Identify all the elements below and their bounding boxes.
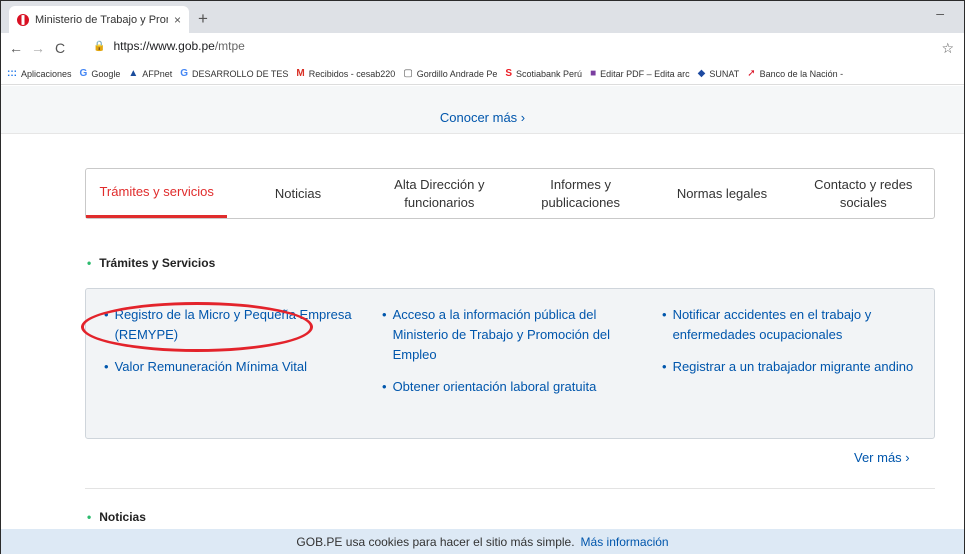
service-label: Notificar accidentes en el trabajo y enf… bbox=[672, 307, 872, 342]
new-tab-icon[interactable]: + bbox=[198, 9, 208, 29]
bookmark-item[interactable]: ▲ AFPnet bbox=[128, 68, 172, 79]
noticias-title: Noticias bbox=[99, 510, 146, 524]
forward-arrow-icon[interactable]: → bbox=[27, 40, 49, 56]
section-tabs: Trámites y servicios Noticias Alta Direcci… bbox=[85, 168, 935, 219]
bookmark-label: Google bbox=[91, 68, 121, 79]
service-label: Valor Remuneración Mínima Vital bbox=[114, 359, 307, 374]
tab-title: Ministerio de Trabajo y Promoció bbox=[35, 13, 168, 26]
bullet-dot: • bbox=[87, 510, 92, 524]
bookmark-icon: ▲ bbox=[128, 68, 139, 79]
back-arrow-icon[interactable]: ← bbox=[5, 40, 27, 56]
cookie-text: GOB.PE usa cookies para hacer el sitio m… bbox=[296, 535, 575, 549]
bookmark-label: Scotiabank Perú bbox=[516, 68, 583, 79]
bookmark-item[interactable]: G Google bbox=[80, 68, 121, 79]
service-label: Registrar a un trabajador migrante andin… bbox=[672, 359, 914, 374]
service-link[interactable]: • Valor Remuneración Mínima Vital bbox=[104, 357, 354, 377]
services-column-3: • Notificar accidentes en el trabajo y en… bbox=[662, 305, 922, 389]
bullet-dot: • bbox=[104, 307, 109, 322]
service-label: Registro de la Micro y Pequeña Empresa (… bbox=[114, 307, 352, 342]
service-label: Obtener orientación laboral gratuita bbox=[392, 379, 597, 394]
url-path: /mtpe bbox=[214, 39, 245, 53]
mas-informacion-link[interactable]: Más información bbox=[581, 535, 669, 549]
bookmark-item[interactable]: ::: Aplicaciones bbox=[7, 68, 72, 79]
services-column-1: • Registro de la Micro y Pequeña Empresa … bbox=[104, 305, 354, 389]
service-label: Acceso a la información pública del Mini… bbox=[392, 307, 611, 362]
service-link[interactable]: • Acceso a la información pública del Min… bbox=[382, 305, 642, 365]
bookmark-label: DESARROLLO DE TES bbox=[192, 68, 289, 79]
bookmark-icon: S bbox=[505, 68, 513, 79]
tab-5[interactable]: Contacto y redes sociales bbox=[793, 169, 934, 218]
bookmark-label: Banco de la Nación - bbox=[759, 68, 844, 79]
bullet-dot: • bbox=[87, 256, 92, 270]
close-icon[interactable]: × bbox=[174, 13, 181, 27]
tab-4[interactable]: Normas legales bbox=[651, 169, 792, 218]
service-link[interactable]: • Notificar accidentes en el trabajo y en… bbox=[662, 305, 922, 345]
bookmark-icon: ➚ bbox=[747, 68, 756, 79]
bookmark-icon: ■ bbox=[590, 68, 597, 79]
bookmark-label: Gordillo Andrade Pe bbox=[416, 68, 498, 79]
tab-3[interactable]: Informes y publicaciones bbox=[510, 169, 651, 218]
reload-icon[interactable]: C bbox=[49, 40, 71, 56]
bookmark-star-icon[interactable]: ☆ bbox=[941, 40, 954, 57]
noticias-section-title: • Noticias bbox=[87, 510, 146, 524]
page-content: Conocer más › Trámites y servicios Notici… bbox=[1, 86, 964, 554]
address-bar[interactable]: 🔒 https://www.gob.pe/mtpe bbox=[93, 39, 245, 53]
url-host: https://www.gob.pe bbox=[113, 39, 215, 53]
bullet-dot: • bbox=[382, 307, 387, 322]
divider bbox=[85, 488, 935, 489]
bullet-dot: • bbox=[662, 359, 667, 374]
service-link[interactable]: • Registro de la Micro y Pequeña Empresa … bbox=[104, 305, 354, 345]
bookmark-item[interactable]: S Scotiabank Perú bbox=[505, 68, 582, 79]
bookmark-item[interactable]: M Recibidos - cesab220 bbox=[296, 68, 395, 79]
bookmark-label: SUNAT bbox=[709, 68, 740, 79]
tab-0[interactable]: Trámites y servicios bbox=[86, 169, 228, 218]
minimize-icon[interactable]: – bbox=[936, 5, 944, 21]
peru-flag-icon bbox=[17, 13, 29, 26]
service-link[interactable]: • Obtener orientación laboral gratuita bbox=[382, 377, 642, 397]
bookmarks-bar: ::: Aplicaciones G Google ▲ AFPnet G DESARROLLO… bbox=[1, 63, 964, 85]
bullet-dot: • bbox=[662, 307, 667, 322]
bookmark-icon: M bbox=[296, 68, 305, 79]
lock-icon: 🔒 bbox=[93, 40, 106, 52]
browser-toolbar: ← → C 🔒 https://www.gob.pe/mtpe ☆ bbox=[1, 33, 964, 63]
browser-tabstrip: Ministerio de Trabajo y Promoció × + – bbox=[1, 1, 964, 33]
tab-2[interactable]: Alta Dirección y funcionarios bbox=[369, 169, 510, 218]
bookmark-item[interactable]: ▢ Gordillo Andrade Pe bbox=[403, 68, 497, 79]
bookmark-icon: G bbox=[79, 68, 88, 79]
bookmark-item[interactable]: G DESARROLLO DE TES bbox=[180, 68, 288, 79]
bookmark-label: Aplicaciones bbox=[21, 68, 72, 79]
bookmark-label: Editar PDF – Edita arc bbox=[600, 68, 690, 79]
tab-1[interactable]: Noticias bbox=[227, 169, 368, 218]
tramites-section-title: • Trámites y Servicios bbox=[87, 256, 215, 270]
bookmark-icon: ▢ bbox=[403, 68, 413, 79]
service-link[interactable]: • Registrar a un trabajador migrante andi… bbox=[662, 357, 922, 377]
bookmark-item[interactable]: ■ Editar PDF – Edita arc bbox=[590, 68, 690, 79]
bookmark-item[interactable]: ◆ SUNAT bbox=[698, 68, 740, 79]
bookmark-icon: ◆ bbox=[697, 68, 706, 79]
bookmark-label: AFPnet bbox=[142, 68, 173, 79]
tramites-title: Trámites y Servicios bbox=[99, 256, 216, 270]
cookie-banner: GOB.PE usa cookies para hacer el sitio m… bbox=[1, 529, 964, 554]
bullet-dot: • bbox=[382, 379, 387, 394]
bookmark-icon: ::: bbox=[7, 68, 17, 79]
services-box: • Registro de la Micro y Pequeña Empresa … bbox=[85, 288, 935, 439]
bookmark-icon: G bbox=[180, 68, 189, 79]
browser-tab[interactable]: Ministerio de Trabajo y Promoció × bbox=[9, 6, 189, 33]
bookmark-label: Recibidos - cesab220 bbox=[308, 68, 396, 79]
ver-mas-link[interactable]: Ver más › bbox=[854, 450, 910, 465]
conocer-mas-link[interactable]: Conocer más › bbox=[1, 110, 964, 125]
bookmark-item[interactable]: ➚ Banco de la Nación - bbox=[747, 68, 843, 79]
bullet-dot: • bbox=[104, 359, 109, 374]
services-column-2: • Acceso a la información pública del Min… bbox=[382, 305, 642, 409]
